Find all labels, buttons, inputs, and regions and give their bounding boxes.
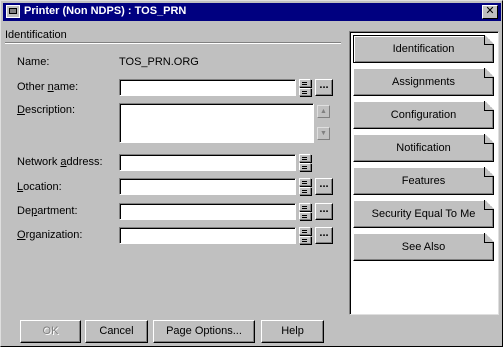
- location-browse-button[interactable]: ...: [315, 178, 333, 195]
- location-spinner[interactable]: [299, 178, 311, 195]
- spin-down-icon[interactable]: [299, 236, 311, 244]
- spin-up-icon[interactable]: [299, 203, 311, 211]
- spin-up-icon[interactable]: [299, 79, 311, 87]
- spin-down-icon[interactable]: [299, 212, 311, 220]
- department-spinner[interactable]: [299, 203, 311, 220]
- tab-notification[interactable]: Notification: [353, 134, 494, 162]
- cancel-button[interactable]: Cancel: [85, 320, 148, 343]
- divider: [5, 42, 341, 44]
- close-button[interactable]: ✕: [482, 5, 498, 19]
- help-button[interactable]: Help: [261, 320, 324, 343]
- other-name-field[interactable]: [119, 79, 296, 96]
- organization-label: Organization:: [17, 229, 83, 241]
- page-options-button[interactable]: Page Options...: [153, 320, 255, 343]
- department-label: Department:: [17, 205, 78, 217]
- printer-properties-dialog: Printer (Non NDPS) : TOS_PRN ✕ Identific…: [0, 0, 503, 347]
- other-name-spinner[interactable]: [299, 79, 311, 96]
- name-label: Name:: [17, 56, 50, 68]
- location-field[interactable]: [119, 178, 296, 195]
- spin-down-icon[interactable]: [299, 88, 311, 96]
- organization-browse-button[interactable]: ...: [315, 227, 333, 244]
- scroll-down-icon[interactable]: ▼: [317, 127, 330, 140]
- network-address-label: Network address:: [17, 156, 103, 168]
- spin-down-icon[interactable]: [299, 163, 311, 171]
- name-value: TOS_PRN.ORG: [119, 56, 199, 68]
- other-name-label: Other name:: [17, 81, 79, 93]
- department-field[interactable]: [119, 203, 296, 220]
- spin-up-icon[interactable]: [299, 154, 311, 162]
- title-bar[interactable]: Printer (Non NDPS) : TOS_PRN ✕: [3, 3, 501, 21]
- page-title: Identification: [5, 29, 67, 41]
- tab-configuration[interactable]: Configuration: [353, 101, 494, 129]
- location-label: Location:: [17, 181, 62, 193]
- network-address-field[interactable]: [119, 154, 296, 171]
- ok-button[interactable]: OK: [20, 320, 81, 343]
- tab-security-equal-to-me[interactable]: Security Equal To Me: [353, 200, 494, 228]
- network-address-spinner[interactable]: [299, 154, 311, 171]
- printer-icon: [6, 5, 20, 18]
- scroll-up-icon[interactable]: ▲: [317, 105, 330, 118]
- description-field[interactable]: [119, 103, 314, 143]
- spin-up-icon[interactable]: [299, 227, 311, 235]
- tab-features[interactable]: Features: [353, 167, 494, 195]
- window-title: Printer (Non NDPS) : TOS_PRN: [24, 5, 187, 17]
- tab-see-also[interactable]: See Also: [353, 233, 494, 261]
- spin-down-icon[interactable]: [299, 187, 311, 195]
- organization-field[interactable]: [119, 227, 296, 244]
- spin-up-icon[interactable]: [299, 178, 311, 186]
- tab-identification[interactable]: Identification: [353, 35, 494, 63]
- organization-spinner[interactable]: [299, 227, 311, 244]
- description-label: Description:: [17, 104, 76, 116]
- department-browse-button[interactable]: ...: [315, 203, 333, 220]
- tab-assignments[interactable]: Assignments: [353, 68, 494, 96]
- other-name-browse-button[interactable]: ...: [315, 79, 333, 96]
